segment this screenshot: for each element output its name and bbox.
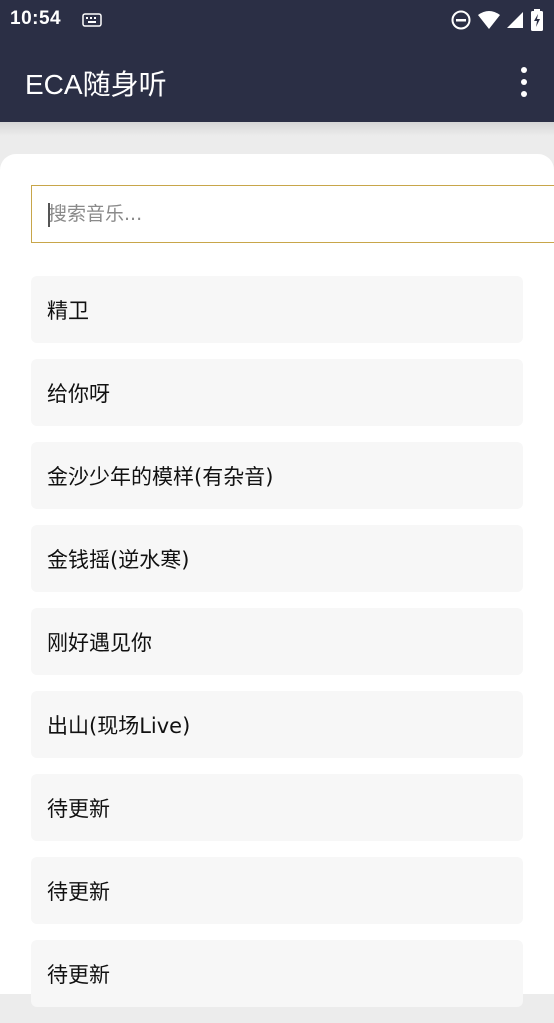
keyboard-icon [82, 12, 102, 31]
content-card: 精卫给你呀金沙少年的模样(有杂音) 金钱摇(逆水寒) 刚好遇见你出山(现场Live)… [0, 154, 554, 1007]
toolbar-shadow [0, 122, 554, 136]
status-time: 10:54 [10, 8, 62, 29]
song-list: 精卫给你呀金沙少年的模样(有杂音) 金钱摇(逆水寒) 刚好遇见你出山(现场Live)… [31, 276, 523, 1023]
song-list-item[interactable]: 精卫 [31, 276, 523, 343]
battery-icon [530, 9, 544, 35]
app-bar: ECA随身听 [0, 40, 554, 122]
song-list-item[interactable]: 出山(现场Live) [31, 691, 523, 758]
cellular-signal-icon [506, 11, 524, 33]
text-cursor [48, 203, 50, 227]
song-list-item[interactable]: 刚好遇见你 [31, 608, 523, 675]
wifi-icon [478, 10, 500, 34]
app-title: ECA随身听 [25, 69, 167, 100]
song-list-item[interactable]: 金钱摇(逆水寒) [31, 525, 523, 592]
do-not-disturb-icon [450, 9, 472, 35]
song-list-item[interactable]: 金沙少年的模样(有杂音) [31, 442, 523, 509]
status-bar: 10:54 [0, 0, 554, 40]
song-list-item[interactable]: 待更新 [31, 857, 523, 924]
song-list-item[interactable]: 待更新 [31, 774, 523, 841]
more-vert-icon[interactable] [514, 67, 534, 97]
song-list-item[interactable]: 待更新 [31, 940, 523, 1007]
search-input[interactable] [31, 185, 554, 243]
song-list-item[interactable]: 给你呀 [31, 359, 523, 426]
status-icons [450, 9, 544, 35]
